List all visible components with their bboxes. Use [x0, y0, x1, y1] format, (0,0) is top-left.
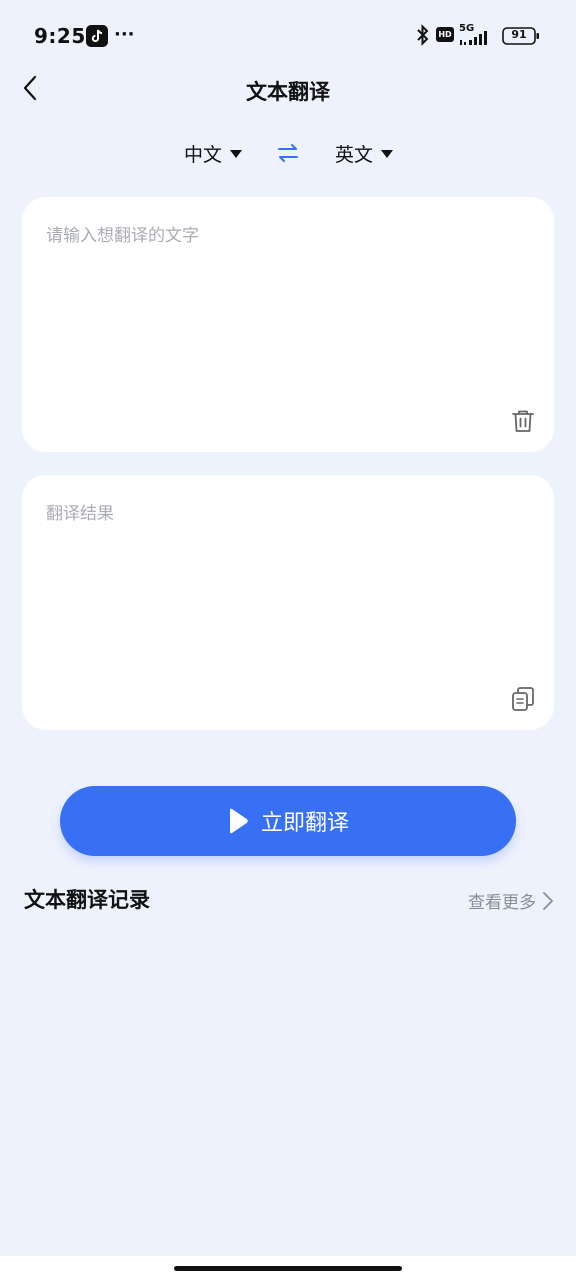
tiktok-icon [86, 25, 108, 47]
caret-down-icon [230, 149, 243, 158]
caret-down-icon [381, 149, 394, 158]
source-text-input[interactable]: 请输入想翻译的文字 [46, 221, 199, 246]
swap-languages-icon[interactable] [276, 142, 300, 164]
bluetooth-icon [416, 24, 430, 50]
source-text-card[interactable]: 请输入想翻译的文字 [22, 197, 554, 452]
more-notifications-icon: ··· [114, 24, 135, 45]
translate-now-button[interactable]: 立即翻译 [60, 786, 516, 856]
result-text: 翻译结果 [46, 504, 114, 524]
view-more-label: 查看更多 [468, 893, 536, 913]
source-language-select[interactable]: 中文 [184, 140, 243, 167]
chevron-right-icon [543, 891, 553, 910]
target-language-select[interactable]: 英文 [335, 140, 394, 167]
copy-icon[interactable] [510, 686, 536, 712]
view-more-link[interactable]: 查看更多 [468, 888, 554, 913]
play-icon [229, 808, 248, 834]
target-language-label: 英文 [335, 144, 374, 166]
hd-badge: HD [436, 27, 454, 42]
trash-icon[interactable] [510, 408, 536, 434]
home-indicator[interactable] [174, 1266, 402, 1271]
battery-level: 91 [511, 28, 527, 41]
result-text-card: 翻译结果 [22, 475, 554, 730]
language-selector: 中文 英文 [0, 136, 576, 172]
signal-icon [459, 30, 491, 50]
status-time: 9:25 [34, 24, 86, 48]
nav-bar: 文本翻译 [0, 60, 576, 116]
translate-now-label: 立即翻译 [260, 811, 349, 836]
history-section-title: 文本翻译记录 [24, 888, 150, 912]
page-title: 文本翻译 [246, 80, 330, 104]
source-language-label: 中文 [184, 144, 223, 166]
